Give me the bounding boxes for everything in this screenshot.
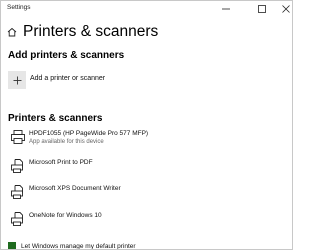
home-icon[interactable] <box>7 27 17 37</box>
document-printer-icon <box>10 211 26 227</box>
settings-window: Settings Printers & scanners Add printer… <box>0 0 293 250</box>
minimize-button[interactable] <box>215 1 237 17</box>
add-printer-button[interactable]: Add a printer or scanner <box>8 71 105 89</box>
plus-icon <box>13 76 21 84</box>
printer-name: Microsoft Print to PDF <box>29 159 93 166</box>
close-button[interactable] <box>275 1 292 17</box>
maximize-icon <box>258 5 266 13</box>
page-title: Printers & scanners <box>23 23 159 40</box>
default-printer-option[interactable]: Let Windows manage my default printer <box>8 242 136 250</box>
add-section-title: Add printers & scanners <box>8 50 125 61</box>
default-printer-label: Let Windows manage my default printer <box>21 242 136 250</box>
printer-icon <box>10 129 26 145</box>
maximize-button[interactable] <box>251 1 273 17</box>
close-icon <box>282 5 290 13</box>
printer-name: HPDF1055 (HP PageWide Pro 577 MFP) <box>29 130 149 137</box>
title-bar: Settings <box>1 1 292 17</box>
printer-name: OneNote for Windows 10 <box>29 212 102 219</box>
printer-item-microsoft-print-to-pdf[interactable]: Microsoft Print to PDF <box>8 158 278 180</box>
printer-item-microsoft-xps-document-writer[interactable]: Microsoft XPS Document Writer <box>8 184 278 206</box>
printer-name: Microsoft XPS Document Writer <box>29 185 121 192</box>
window-title: Settings <box>7 4 31 11</box>
default-printer-checkbox[interactable] <box>8 242 16 249</box>
add-printer-label: Add a printer or scanner <box>30 75 106 82</box>
document-printer-icon <box>10 158 26 174</box>
printer-item-onenote-for-windows-10[interactable]: OneNote for Windows 10 <box>8 211 278 233</box>
printer-subtext: App available for this device <box>29 139 104 145</box>
minimize-icon <box>222 8 230 10</box>
printers-section-title: Printers & scanners <box>8 113 103 124</box>
document-printer-icon <box>10 184 26 200</box>
plus-tile[interactable] <box>8 71 26 89</box>
page-header: Printers & scanners <box>7 23 158 41</box>
printer-item-hpdf1055[interactable]: HPDF1055 (HP PageWide Pro 577 MFP) App a… <box>8 129 278 151</box>
